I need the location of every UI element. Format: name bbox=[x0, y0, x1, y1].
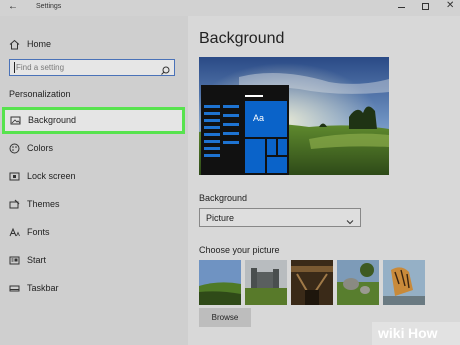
watermark-prefix: wiki bbox=[378, 325, 405, 341]
picture-thumbnail-interior[interactable] bbox=[291, 260, 333, 305]
choose-picture-label: Choose your picture bbox=[199, 245, 280, 255]
picture-thumbnail-landscape[interactable] bbox=[199, 260, 241, 305]
search-input[interactable]: Find a setting bbox=[9, 59, 175, 76]
picture-thumbnails bbox=[199, 260, 431, 305]
main-content: Background Aa Background Picture Choose … bbox=[188, 16, 460, 345]
background-preview: Aa bbox=[199, 57, 389, 175]
sidebar-item-label: Background bbox=[28, 115, 77, 125]
sidebar-item-label: Taskbar bbox=[27, 283, 59, 293]
search-placeholder: Find a setting bbox=[16, 63, 65, 72]
picture-thumbnail-rocks[interactable] bbox=[337, 260, 379, 305]
start-icon bbox=[9, 255, 20, 266]
background-label: Background bbox=[199, 193, 248, 203]
watermark-suffix: How bbox=[408, 325, 438, 341]
sidebar-item-start[interactable]: Start bbox=[0, 250, 188, 272]
palette-icon bbox=[9, 143, 20, 154]
sidebar-item-label: Themes bbox=[27, 199, 60, 209]
taskbar-icon bbox=[9, 283, 20, 294]
sidebar-item-taskbar[interactable]: Taskbar bbox=[0, 278, 188, 300]
close-icon[interactable]: ✕ bbox=[446, 0, 454, 11]
window-title: Settings bbox=[36, 3, 62, 10]
text-cursor bbox=[14, 62, 15, 73]
font-icon bbox=[9, 227, 20, 238]
sidebar-item-label: Colors bbox=[27, 143, 54, 153]
title-bar: ← Settings ✕ bbox=[0, 0, 460, 16]
maximize-icon[interactable] bbox=[422, 3, 429, 10]
sidebar-item-home[interactable]: Home bbox=[0, 34, 188, 56]
sidebar-item-fonts[interactable]: Fonts bbox=[0, 222, 188, 244]
lock-screen-icon bbox=[9, 171, 20, 182]
preview-tile: Aa bbox=[245, 101, 287, 137]
minimize-icon[interactable] bbox=[398, 7, 405, 8]
start-menu-preview: Aa bbox=[201, 85, 289, 175]
sidebar: Home Find a setting Personalization Back… bbox=[0, 16, 188, 345]
picture-thumbnail-tiger[interactable] bbox=[383, 260, 425, 305]
sidebar-item-background[interactable]: Background bbox=[2, 107, 185, 134]
sidebar-item-label: Fonts bbox=[27, 227, 50, 237]
home-icon bbox=[9, 39, 20, 50]
home-label: Home bbox=[27, 39, 52, 49]
section-title: Personalization bbox=[9, 89, 71, 99]
chevron-down-icon bbox=[346, 213, 354, 225]
sidebar-item-label: Start bbox=[27, 255, 47, 265]
search-icon[interactable] bbox=[161, 62, 170, 75]
back-arrow-icon[interactable]: ← bbox=[8, 1, 18, 12]
browse-button[interactable]: Browse bbox=[199, 308, 251, 327]
background-type-select[interactable]: Picture bbox=[199, 208, 361, 227]
wikihow-watermark: wiki How bbox=[372, 320, 460, 345]
sidebar-item-lock-screen[interactable]: Lock screen bbox=[0, 166, 188, 188]
picture-thumbnail-castle[interactable] bbox=[245, 260, 287, 305]
select-value: Picture bbox=[206, 213, 235, 223]
brush-icon bbox=[9, 199, 20, 210]
image-icon bbox=[10, 115, 21, 126]
sidebar-item-colors[interactable]: Colors bbox=[0, 138, 188, 160]
preview-tile-text: Aa bbox=[253, 113, 265, 123]
page-title: Background bbox=[199, 30, 285, 47]
sidebar-item-themes[interactable]: Themes bbox=[0, 194, 188, 216]
sidebar-item-label: Lock screen bbox=[27, 171, 76, 181]
